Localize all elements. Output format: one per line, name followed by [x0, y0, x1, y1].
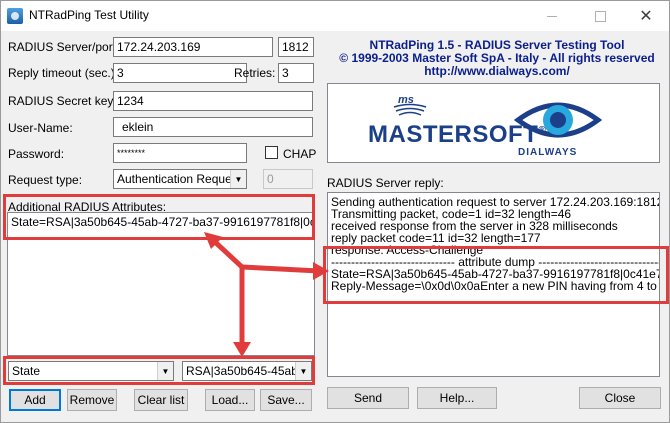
maximize-button[interactable]: [577, 1, 623, 31]
secret-input[interactable]: 1234: [113, 91, 313, 111]
chevron-down-icon: ▼: [230, 170, 246, 188]
request-type-value: Authentication Request: [117, 172, 242, 186]
app-heading: NTRadPing 1.5 - RADIUS Server Testing To…: [369, 38, 625, 52]
close-window-button[interactable]: ✕: [623, 1, 669, 31]
request-type-label: Request type:: [8, 173, 83, 187]
request-id-input: 0: [263, 169, 313, 189]
load-button[interactable]: Load...: [205, 389, 255, 411]
password-input[interactable]: ********: [113, 143, 247, 163]
annotation-box-selectors: [3, 356, 315, 385]
request-type-select[interactable]: Authentication Request ▼: [113, 169, 247, 189]
app-window: NTRadPing Test Utility ✕ RADIUS Server/p…: [0, 0, 670, 423]
remove-button[interactable]: Remove: [67, 389, 117, 411]
close-button[interactable]: Close: [579, 387, 661, 409]
annotation-box-attributes: [3, 194, 315, 240]
secret-label: RADIUS Secret key:: [8, 94, 117, 108]
window-title: NTRadPing Test Utility: [29, 8, 149, 22]
logo-panel: ms MASTERSOFT® DIALWAYS: [327, 83, 660, 163]
username-label: User-Name:: [8, 121, 73, 135]
password-label: Password:: [8, 147, 65, 161]
mastersoft-logo-mark: ms: [393, 94, 427, 116]
add-button[interactable]: Add: [9, 389, 61, 411]
reply-label: RADIUS Server reply:: [327, 176, 444, 190]
save-button[interactable]: Save...: [260, 389, 312, 411]
dialways-logo: DIALWAYS: [518, 147, 578, 158]
server-input[interactable]: 172.24.203.169: [113, 37, 273, 57]
chap-checkbox[interactable]: [265, 146, 278, 159]
minimize-button[interactable]: [529, 1, 575, 31]
dialways-eye-icon: [514, 102, 602, 138]
title-bar[interactable]: NTRadPing Test Utility ✕: [1, 1, 669, 31]
timeout-input[interactable]: 3: [113, 63, 247, 83]
username-input[interactable]: eklein: [113, 117, 313, 137]
annotation-box-reply: [323, 246, 669, 304]
send-button[interactable]: Send: [327, 387, 409, 409]
retries-label-text: Retries:: [234, 66, 276, 80]
port-input[interactable]: 1812: [278, 37, 314, 57]
help-button[interactable]: Help...: [417, 387, 497, 409]
app-icon: [7, 8, 23, 24]
timeout-label: Reply timeout (sec.):: [8, 66, 119, 80]
website-link[interactable]: http://www.dialways.com/: [327, 64, 667, 78]
mastersoft-logo-text: MASTERSOFT: [368, 121, 539, 148]
server-label: RADIUS Server/port:: [8, 40, 120, 54]
retries-input[interactable]: 3: [278, 63, 314, 83]
chap-label: CHAP: [283, 147, 317, 161]
copyright-text: © 1999-2003 Master Soft SpA - Italy - Al…: [339, 51, 655, 65]
clear-list-button[interactable]: Clear list: [134, 389, 188, 411]
